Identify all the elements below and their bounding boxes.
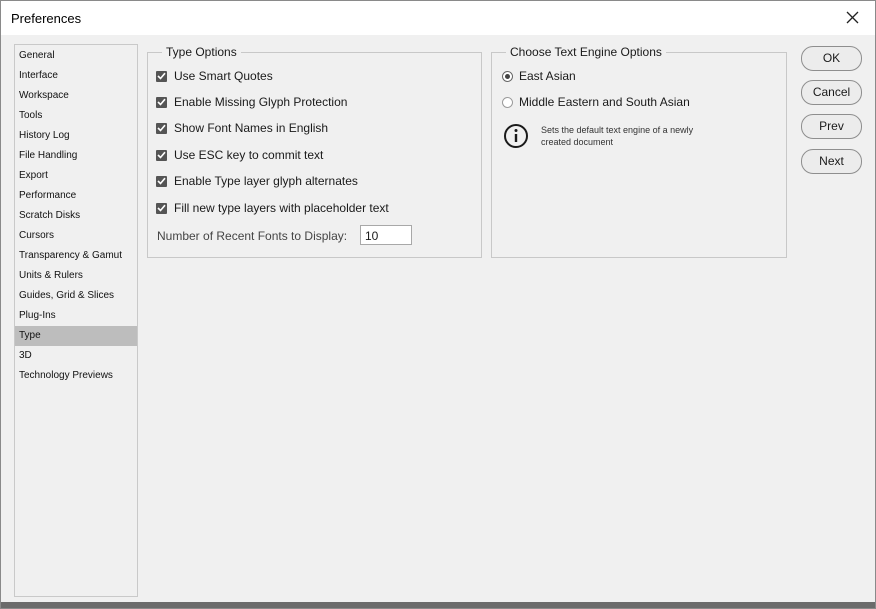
radio-east-asian[interactable]: East Asian (502, 68, 576, 84)
sidebar-item-transparency-gamut[interactable]: Transparency & Gamut (15, 246, 137, 266)
checkmark-icon[interactable] (156, 122, 167, 134)
window-title: Preferences (11, 11, 82, 26)
checkbox-smart-quotes[interactable]: Use Smart Quotes (156, 68, 273, 84)
sidebar-item-performance[interactable]: Performance (15, 186, 137, 206)
title-bar: Preferences (1, 1, 875, 35)
ok-button[interactable]: OK (801, 46, 862, 71)
sidebar-item-file-handling[interactable]: File Handling (15, 146, 137, 166)
radio-label: East Asian (519, 69, 576, 83)
prev-button[interactable]: Prev (801, 114, 862, 139)
sidebar-item-workspace[interactable]: Workspace (15, 86, 137, 106)
checkbox-label: Fill new type layers with placeholder te… (174, 201, 389, 215)
sidebar-item-general[interactable]: General (15, 46, 137, 66)
checkbox-placeholder-text[interactable]: Fill new type layers with placeholder te… (156, 200, 389, 216)
preferences-sidebar: General Interface Workspace Tools Histor… (14, 44, 138, 597)
info-icon (504, 124, 528, 148)
next-button[interactable]: Next (801, 149, 862, 174)
checkmark-icon[interactable] (156, 70, 167, 82)
preferences-window: Preferences General Interface Workspace … (0, 0, 876, 609)
sidebar-item-plug-ins[interactable]: Plug-Ins (15, 306, 137, 326)
window-bottom-border (1, 602, 875, 608)
checkmark-icon[interactable] (156, 202, 167, 214)
close-button[interactable] (831, 1, 875, 35)
checkmark-icon[interactable] (156, 96, 167, 108)
radio-middle-eastern[interactable]: Middle Eastern and South Asian (502, 94, 690, 110)
recent-fonts-input[interactable]: 10 (360, 225, 412, 245)
checkbox-label: Show Font Names in English (174, 121, 329, 135)
description-line: Sets the default text engine of a newly (541, 125, 694, 135)
checkmark-icon[interactable] (156, 175, 167, 187)
checkbox-label: Use Smart Quotes (174, 69, 273, 83)
checkbox-glyph-alternates[interactable]: Enable Type layer glyph alternates (156, 173, 358, 189)
sidebar-item-guides-grid-slices[interactable]: Guides, Grid & Slices (15, 286, 137, 306)
sidebar-item-units-rulers[interactable]: Units & Rulers (15, 266, 137, 286)
sidebar-item-tools[interactable]: Tools (15, 106, 137, 126)
text-engine-description: Sets the default text engine of a newly … (541, 124, 741, 148)
checkbox-label: Enable Missing Glyph Protection (174, 95, 348, 109)
recent-fonts-label: Number of Recent Fonts to Display: (157, 229, 348, 243)
text-engine-legend: Choose Text Engine Options (506, 45, 666, 59)
sidebar-item-cursors[interactable]: Cursors (15, 226, 137, 246)
radio-button[interactable] (502, 70, 513, 82)
type-options-legend: Type Options (162, 45, 241, 59)
description-line: created document (541, 137, 614, 147)
sidebar-item-type[interactable]: Type (15, 326, 137, 346)
sidebar-item-scratch-disks[interactable]: Scratch Disks (15, 206, 137, 226)
sidebar-item-history-log[interactable]: History Log (15, 126, 137, 146)
radio-label: Middle Eastern and South Asian (519, 95, 690, 109)
close-icon (846, 11, 859, 24)
type-options-group: Type Options Use Smart Quotes Enable Mis… (147, 45, 482, 258)
text-engine-group: Choose Text Engine Options East Asian Mi… (491, 45, 787, 258)
radio-button[interactable] (502, 96, 513, 108)
sidebar-item-export[interactable]: Export (15, 166, 137, 186)
cancel-button[interactable]: Cancel (801, 80, 862, 105)
sidebar-item-technology-previews[interactable]: Technology Previews (15, 366, 137, 386)
checkmark-icon[interactable] (156, 149, 167, 161)
checkbox-missing-glyph[interactable]: Enable Missing Glyph Protection (156, 94, 347, 110)
sidebar-item-interface[interactable]: Interface (15, 66, 137, 86)
checkbox-label: Enable Type layer glyph alternates (174, 174, 358, 188)
sidebar-item-3d[interactable]: 3D (15, 346, 137, 366)
checkbox-label: Use ESC key to commit text (174, 148, 324, 162)
checkbox-font-names-english[interactable]: Show Font Names in English (156, 120, 328, 136)
checkbox-esc-commit[interactable]: Use ESC key to commit text (156, 147, 323, 163)
